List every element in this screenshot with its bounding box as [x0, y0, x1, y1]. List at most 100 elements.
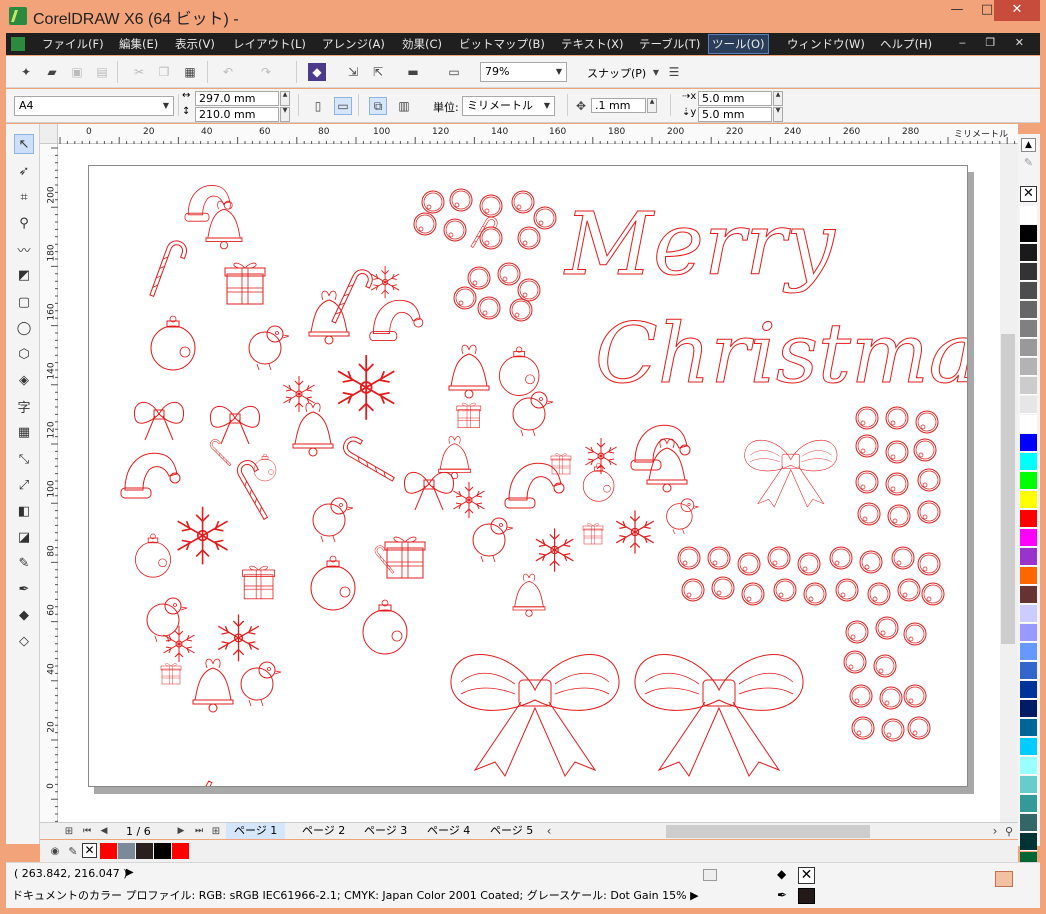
bow[interactable] — [209, 405, 261, 445]
interactive-effects-icon[interactable]: ◧ — [14, 501, 34, 521]
palette-swatch[interactable] — [1020, 453, 1037, 471]
menu-edit[interactable]: 編集(E) — [119, 36, 158, 52]
christmas-artwork[interactable]: Merry Christmas — [89, 166, 1018, 824]
page-tab-3[interactable]: ページ 3 — [356, 823, 415, 839]
palette-swatch[interactable] — [1020, 396, 1037, 414]
save-icon[interactable]: ▣ — [68, 63, 86, 81]
palette-swatch[interactable] — [1020, 339, 1037, 357]
palette-scroll-up-icon[interactable]: ▲ — [1021, 138, 1036, 152]
palette-swatch[interactable] — [1020, 738, 1037, 756]
palette-swatch[interactable] — [1020, 700, 1037, 718]
drawing-canvas[interactable]: Merry Christmas — [58, 144, 1018, 824]
interactive-fill-icon[interactable]: ◇ — [14, 631, 34, 651]
menu-tools[interactable]: ツール(O) — [708, 34, 769, 54]
nudge-distance-field[interactable]: .1 mm — [591, 98, 646, 113]
crop-tool-icon[interactable]: ⌗ — [14, 187, 34, 207]
ornament[interactable] — [498, 346, 540, 396]
bird[interactable] — [512, 391, 554, 437]
snowflake[interactable] — [217, 613, 260, 662]
open-icon[interactable]: ▰ — [43, 63, 61, 81]
palette-swatch[interactable] — [1020, 833, 1037, 851]
palette-swatch[interactable] — [1020, 814, 1037, 832]
palette-swatch[interactable] — [1020, 624, 1037, 642]
paper-size-combo[interactable]: A4 ▼ — [14, 96, 174, 116]
menu-effects[interactable]: 効果(C) — [402, 36, 442, 52]
santa-hat[interactable] — [369, 299, 424, 342]
bubble-cluster[interactable] — [843, 616, 931, 742]
document-palette-swatch[interactable] — [100, 843, 117, 859]
snowflake[interactable] — [535, 527, 574, 573]
bow[interactable] — [744, 439, 838, 508]
zoom-tool-icon[interactable]: ⚲ — [14, 213, 34, 233]
close-button[interactable]: ✕ — [994, 0, 1040, 21]
palette-swatch[interactable] — [1020, 510, 1037, 528]
bubble-cluster[interactable] — [855, 406, 941, 528]
candy-cane[interactable] — [168, 773, 213, 824]
redo-icon[interactable]: ↷ — [257, 63, 275, 81]
undo-icon[interactable]: ↶ — [219, 63, 237, 81]
vertical-scroll-thumb[interactable] — [1001, 334, 1015, 644]
duplicate-x-field[interactable]: 5.0 mm — [698, 91, 772, 106]
candy-cane[interactable] — [339, 432, 403, 482]
merry-text[interactable]: Merry — [563, 195, 837, 296]
bubble-cluster[interactable] — [677, 546, 945, 606]
palette-swatch[interactable] — [1020, 225, 1037, 243]
page-width-stepper[interactable]: ▲ — [280, 91, 290, 106]
transparency-tool-icon[interactable]: ◪ — [14, 527, 34, 547]
menu-bitmaps[interactable]: ビットマップ(B) — [459, 36, 545, 52]
snowflake[interactable] — [162, 625, 196, 663]
palette-swatch[interactable] — [1020, 206, 1037, 224]
palette-swatch[interactable] — [1020, 681, 1037, 699]
palette-swatch[interactable] — [1020, 548, 1037, 566]
basic-shapes-icon[interactable]: ◈ — [14, 370, 34, 390]
palette-swatch[interactable] — [1020, 643, 1037, 661]
text-tool-icon[interactable]: 字 — [14, 396, 34, 416]
page-tab-1[interactable]: ページ 1 — [226, 823, 286, 839]
palette-swatch[interactable] — [1020, 776, 1037, 794]
palette-swatch[interactable] — [1020, 377, 1037, 395]
gift-box[interactable] — [582, 523, 604, 545]
bird[interactable] — [472, 517, 514, 563]
drawing-page[interactable]: Merry Christmas — [88, 165, 1018, 824]
palette-swatch[interactable] — [1020, 244, 1037, 262]
palette-swatch[interactable] — [1020, 662, 1037, 680]
connector-tool-icon[interactable]: ⤢ — [14, 475, 34, 495]
menu-layout[interactable]: レイアウト(L) — [233, 36, 306, 52]
bow[interactable] — [133, 401, 185, 441]
palette-swatch[interactable] — [1020, 491, 1037, 509]
first-page-icon[interactable]: ⏮ — [78, 822, 96, 840]
add-page-icon[interactable]: ⊞ — [60, 822, 78, 840]
snowflake[interactable] — [615, 509, 655, 555]
gift-box[interactable] — [550, 453, 572, 475]
no-color-swatch[interactable]: ✕ — [1020, 186, 1037, 202]
snowflake[interactable] — [337, 354, 396, 421]
units-combo[interactable]: ミリメートル ▼ — [462, 96, 555, 116]
last-page-icon[interactable]: ⏭ — [190, 822, 208, 840]
palette-swatch[interactable] — [1020, 301, 1037, 319]
full-screen-preview-icon[interactable]: ▭ — [445, 63, 463, 81]
gift-box[interactable] — [242, 565, 276, 600]
bird[interactable] — [312, 497, 354, 543]
chevron-down-icon[interactable]: ▼ — [647, 63, 665, 81]
menu-view[interactable]: 表示(V) — [175, 36, 215, 52]
eyedropper-icon[interactable]: ✎ — [64, 842, 82, 860]
bell[interactable] — [512, 573, 546, 617]
rectangle-tool-icon[interactable]: ▢ — [14, 292, 34, 312]
palette-swatch[interactable] — [1020, 529, 1037, 547]
table-tool-icon[interactable]: ▦ — [14, 422, 34, 442]
candy-cane[interactable] — [233, 456, 282, 520]
candy-cane[interactable] — [331, 265, 377, 331]
minimize-button[interactable]: — — [940, 0, 974, 21]
bell[interactable] — [448, 344, 490, 399]
ruler-origin[interactable] — [40, 124, 58, 144]
palette-swatch[interactable] — [1020, 472, 1037, 490]
page-height-stepper[interactable]: ▼ — [280, 107, 290, 122]
bird[interactable] — [146, 597, 188, 643]
snap-to-menu[interactable]: スナップ(P) — [587, 65, 646, 81]
menu-arrange[interactable]: アレンジ(A) — [322, 36, 385, 52]
palette-swatch[interactable] — [1020, 795, 1037, 813]
bell[interactable] — [205, 200, 243, 250]
fill-none-swatch[interactable]: ✕ — [798, 867, 815, 884]
page-tab-5[interactable]: ページ 5 — [482, 823, 536, 839]
duplicate-y-stepper[interactable]: ▼ — [773, 107, 783, 122]
